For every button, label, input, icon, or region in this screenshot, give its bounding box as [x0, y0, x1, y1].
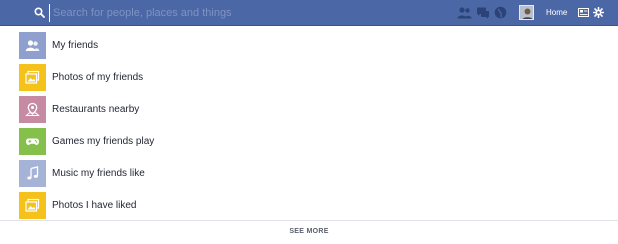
home-link[interactable]: Home — [546, 8, 567, 18]
friend-requests-icon[interactable] — [457, 6, 472, 19]
see-more-link[interactable]: SEE MORE — [0, 228, 618, 235]
list-item-label: Photos of my friends — [52, 72, 144, 83]
list-item[interactable]: Photos of my friends — [19, 64, 599, 96]
divider — [0, 220, 618, 221]
list-item-label: Music my friends like — [52, 168, 145, 179]
list-item-label: Restaurants nearby — [52, 104, 140, 115]
tile — [19, 96, 46, 123]
privacy-shortcuts-icon[interactable] — [578, 8, 589, 17]
list-item[interactable]: My friends — [19, 32, 599, 64]
photo-icon — [25, 198, 40, 212]
list-item-label: Photos I have liked — [52, 200, 137, 211]
tile — [19, 64, 46, 91]
tile — [19, 128, 46, 155]
list-item-label: Games my friends play — [52, 136, 155, 147]
search-icon[interactable] — [34, 7, 45, 18]
map-pin-icon — [25, 102, 40, 117]
list-item-label: My friends — [52, 40, 99, 51]
list-item[interactable]: Restaurants nearby — [19, 96, 599, 128]
avatar-image-icon — [520, 6, 533, 19]
avatar[interactable] — [519, 5, 534, 20]
tile — [19, 192, 46, 219]
notifications-globe-icon[interactable] — [494, 6, 507, 19]
friends-icon — [25, 40, 40, 51]
tile — [19, 160, 46, 187]
search-input[interactable] — [49, 4, 379, 22]
photo-icon — [25, 70, 40, 84]
top-bar: Home — [0, 0, 618, 26]
music-note-icon — [27, 166, 39, 180]
settings-gear-icon[interactable] — [593, 7, 604, 18]
gamepad-icon — [26, 138, 39, 145]
tile — [19, 32, 46, 59]
messages-icon[interactable] — [476, 6, 490, 19]
list-item[interactable]: Music my friends like — [19, 160, 599, 192]
list-item[interactable]: Games my friends play — [19, 128, 599, 160]
